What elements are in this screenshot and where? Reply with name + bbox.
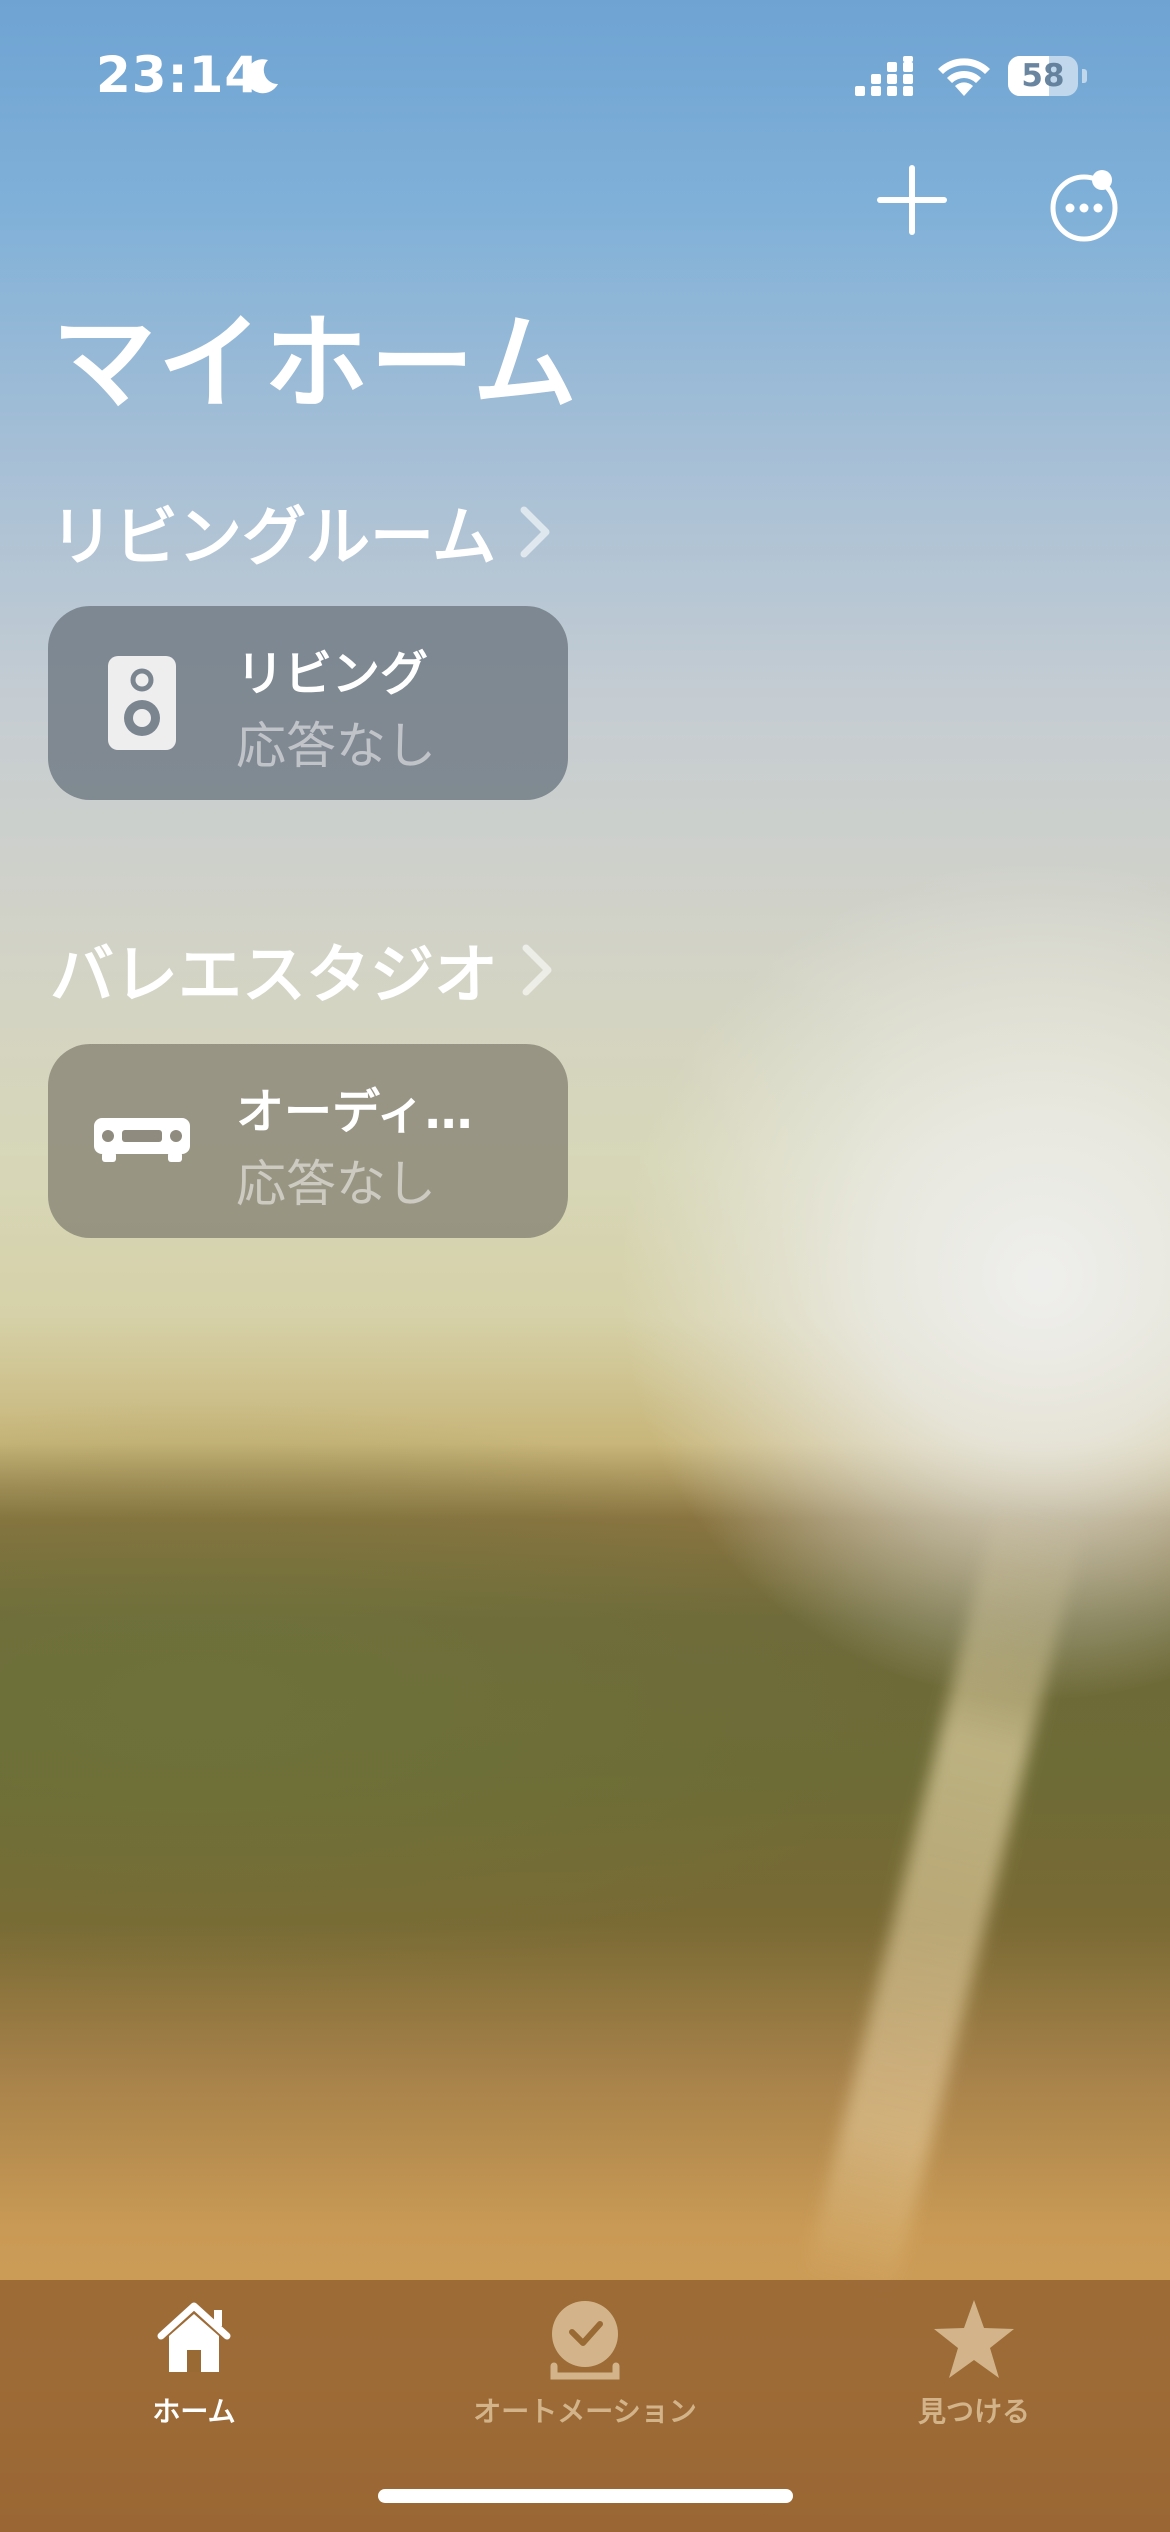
room-header-living-room[interactable]: リビングルーム [50, 486, 554, 578]
accessory-name: オーディ… [236, 1084, 473, 1140]
chevron-right-icon [520, 506, 550, 558]
automation-clock-icon [550, 2301, 620, 2380]
speaker-icon [108, 656, 176, 750]
wifi-icon [938, 58, 990, 96]
room-name: リビングルーム [50, 501, 497, 575]
add-button[interactable] [872, 160, 952, 240]
focus-moon-icon [245, 59, 278, 94]
tab-label: オートメーション [473, 2395, 697, 2428]
tab-home[interactable]: ホーム [64, 2296, 324, 2428]
room-name: バレエスタジオ [50, 939, 498, 1013]
tab-automation[interactable]: オートメーション [455, 2296, 715, 2428]
cellular-signal-icon [855, 56, 913, 96]
background-light-beam [804, 1500, 1086, 2300]
accessory-tile-av-receiver[interactable]: オーディ… 応答なし [48, 1044, 568, 1238]
battery-indicator: 58 [1008, 56, 1088, 96]
tab-label: ホーム [152, 2395, 236, 2428]
accessory-tile-speaker[interactable]: リビング 応答なし [48, 606, 568, 800]
accessory-status: 応答なし [236, 717, 436, 775]
home-indicator [378, 2489, 793, 2503]
page-title: マイホーム [52, 302, 579, 424]
tab-label: 見つける [917, 2395, 1030, 2428]
notification-dot [1092, 170, 1112, 190]
home-icon [157, 2302, 231, 2372]
battery-level-text: 58 [1021, 58, 1065, 94]
accessory-name: リビング [236, 646, 429, 702]
tab-discover[interactable]: 見つける [844, 2296, 1104, 2428]
accessory-status: 応答なし [236, 1155, 436, 1213]
star-icon [934, 2300, 1014, 2378]
status-bar: 23:14 58 [0, 0, 1170, 150]
chevron-right-icon [522, 944, 552, 996]
status-time: 23:14 [96, 46, 261, 104]
av-receiver-icon [94, 1118, 190, 1162]
room-header-ballet-studio[interactable]: バレエスタジオ [50, 924, 556, 1016]
